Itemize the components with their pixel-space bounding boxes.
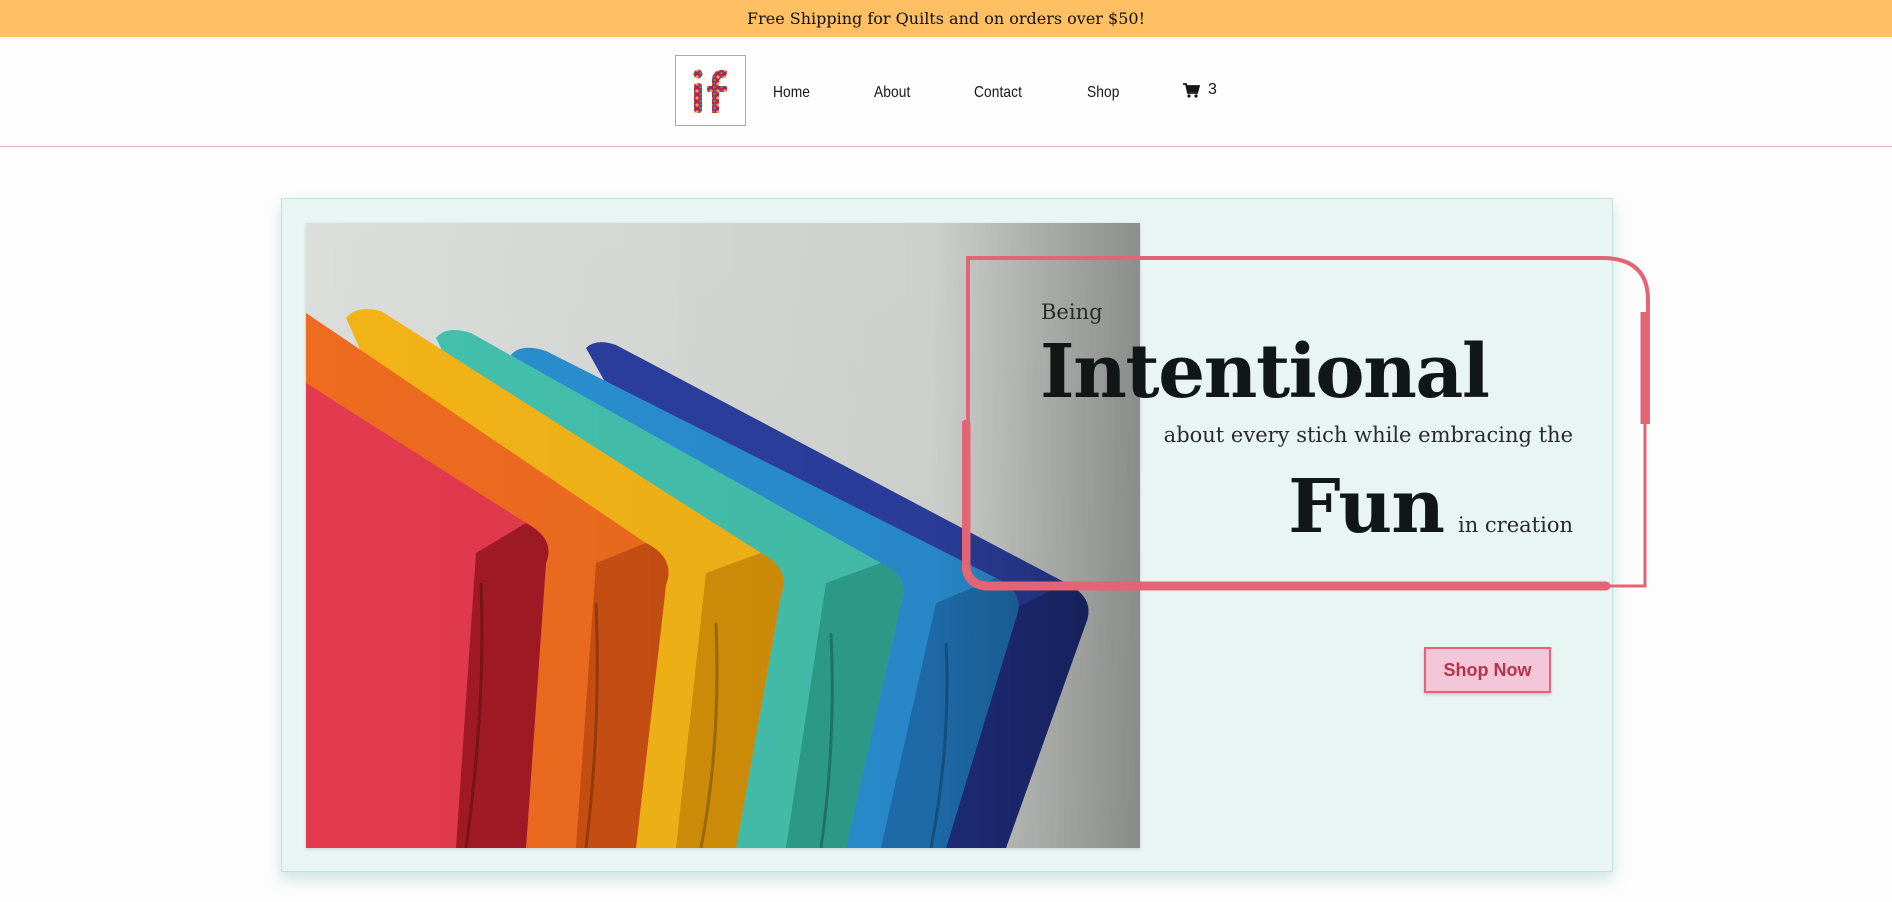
- logo-if-mark: [693, 69, 727, 113]
- promo-bar: Free Shipping for Quilts and on orders o…: [0, 0, 1892, 37]
- hero-fun-line: Fun in creation: [1288, 464, 1573, 550]
- nav-about[interactable]: About: [874, 84, 910, 102]
- hero-fun-heading: Fun: [1288, 464, 1445, 550]
- site-header: Home About Contact Shop 3: [0, 37, 1892, 147]
- hero-being-text: Being: [1041, 300, 1103, 324]
- shop-now-button[interactable]: Shop Now: [1424, 647, 1551, 693]
- promo-text: Free Shipping for Quilts and on orders o…: [746, 9, 1146, 28]
- hero-creation-text: in creation: [1458, 513, 1573, 537]
- cart-link[interactable]: 3: [1183, 81, 1217, 99]
- logo[interactable]: [675, 55, 746, 126]
- cart-count: 3: [1208, 81, 1217, 98]
- cart-icon: [1183, 82, 1200, 98]
- hero-about-text: about every stich while embracing the: [1163, 423, 1573, 447]
- nav-contact[interactable]: Contact: [974, 84, 1022, 102]
- nav-home[interactable]: Home: [773, 84, 810, 102]
- hero-intentional-heading: Intentional: [1040, 329, 1490, 415]
- nav-shop[interactable]: Shop: [1087, 84, 1119, 102]
